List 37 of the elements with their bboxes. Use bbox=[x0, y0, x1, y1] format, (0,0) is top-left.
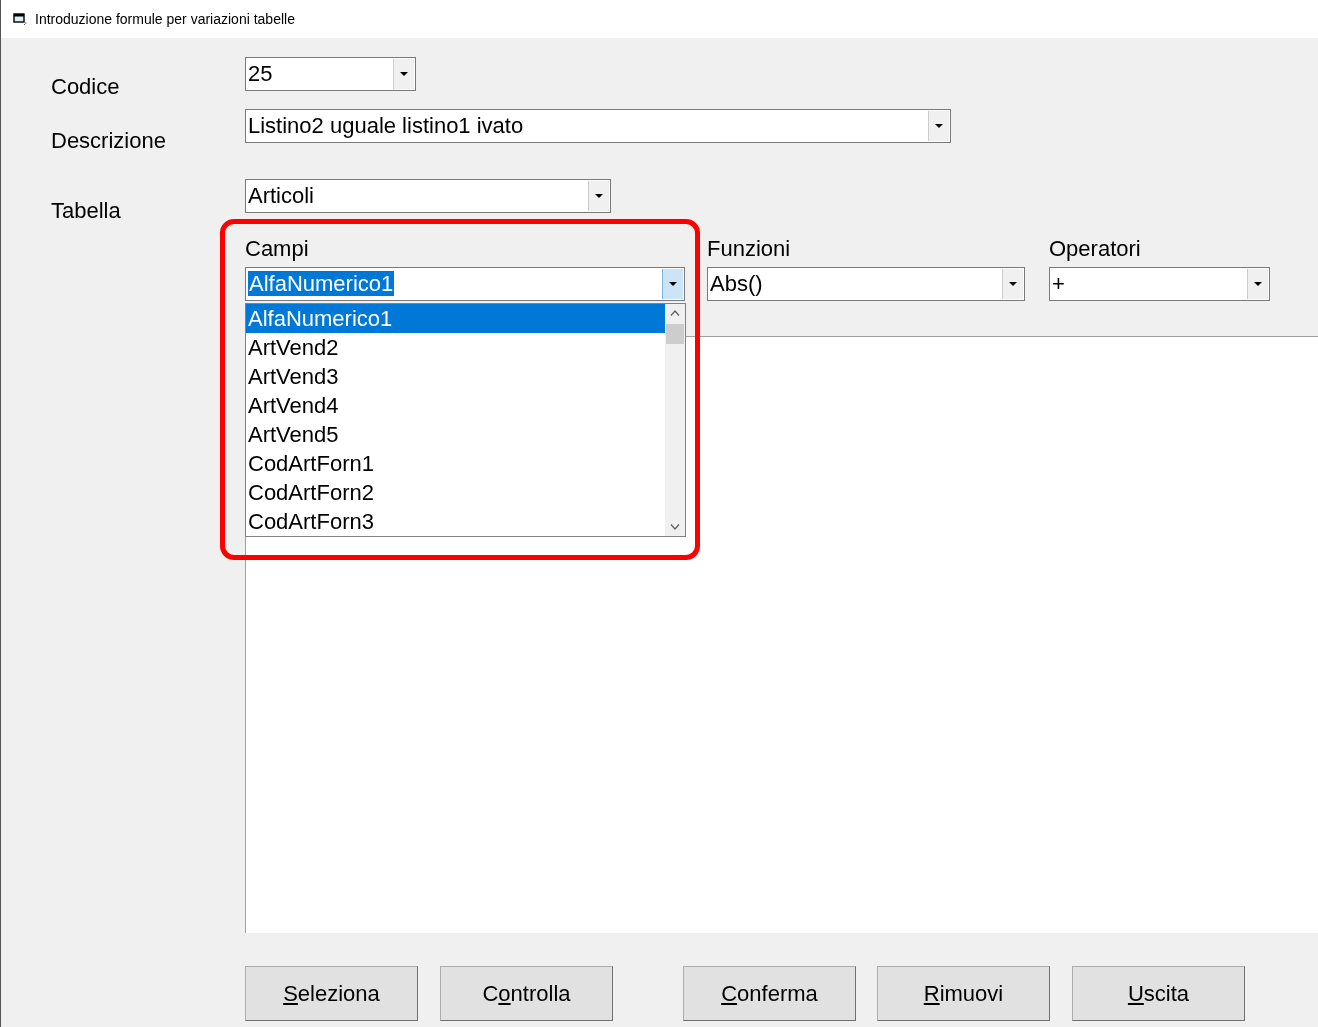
field-label: Codice bbox=[50, 73, 121, 99]
dropdown-button[interactable] bbox=[1002, 269, 1023, 299]
list-item[interactable]: CodArtForn3 bbox=[246, 507, 665, 536]
picker-label: Campi bbox=[245, 237, 310, 263]
action-button[interactable]: Controlla bbox=[440, 966, 613, 1021]
list-item[interactable]: ArtVend2 bbox=[246, 333, 665, 362]
field-label: Tabella bbox=[50, 197, 122, 223]
field-label: Descrizione bbox=[50, 127, 167, 153]
action-button[interactable]: Conferma bbox=[683, 966, 856, 1021]
dropdown-button[interactable] bbox=[588, 181, 609, 211]
list-item[interactable]: ArtVend5 bbox=[246, 420, 665, 449]
dropdown-button[interactable] bbox=[928, 111, 949, 141]
list-item[interactable]: CodArtForn2 bbox=[246, 478, 665, 507]
combo-box[interactable]: Articoli bbox=[245, 179, 611, 213]
list-item[interactable]: CodArtForn1 bbox=[246, 449, 665, 478]
list-item[interactable]: AlfaNumerico1 bbox=[246, 304, 665, 333]
combo-box[interactable]: AlfaNumerico1 bbox=[245, 267, 685, 301]
window-icon bbox=[13, 13, 27, 25]
action-button[interactable]: Uscita bbox=[1072, 966, 1245, 1021]
combo-box[interactable]: + bbox=[1049, 267, 1270, 301]
combo-box[interactable]: Abs() bbox=[707, 267, 1025, 301]
list-item[interactable]: ArtVend3 bbox=[246, 362, 665, 391]
window-title: Introduzione formule per variazioni tabelle bbox=[35, 11, 295, 27]
action-button[interactable]: Rimuovi bbox=[877, 966, 1050, 1021]
chevron-up-icon[interactable] bbox=[670, 310, 680, 316]
dropdown-button[interactable] bbox=[1247, 269, 1268, 299]
list-item[interactable]: ArtVend4 bbox=[246, 391, 665, 420]
combo-box[interactable]: Listino2 uguale listino1 ivato bbox=[245, 109, 951, 143]
combo-box[interactable]: 25 bbox=[245, 57, 416, 91]
picker-label: Operatori bbox=[1049, 237, 1142, 263]
chevron-down-icon[interactable] bbox=[670, 524, 680, 530]
dropdown-button[interactable] bbox=[393, 59, 414, 89]
scrollbar-thumb[interactable] bbox=[666, 324, 684, 344]
dropdown-button[interactable] bbox=[662, 269, 683, 299]
picker-label: Funzioni bbox=[707, 237, 792, 263]
scrollbar[interactable] bbox=[665, 304, 685, 536]
action-button[interactable]: Seleziona bbox=[245, 966, 418, 1021]
